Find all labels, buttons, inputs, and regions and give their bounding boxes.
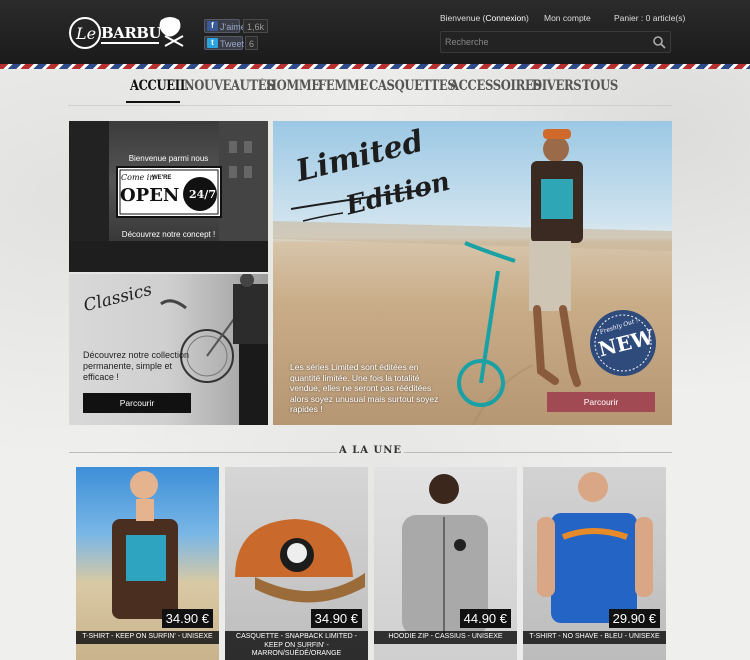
twitter-tweet-button[interactable]: t Tweet — [204, 36, 245, 50]
product-card[interactable]: 34.90 € T-SHIRT - KEEP ON SURFIN' - UNIS… — [76, 467, 219, 660]
featured-title: A LA UNE — [339, 445, 402, 456]
search-icon[interactable] — [652, 35, 666, 49]
section-divider-right — [404, 452, 672, 453]
concept-welcome: Bienvenue parmi nous — [128, 154, 209, 163]
sign-open: OPEN — [120, 185, 180, 206]
site-header: Le BARBU f J'aime 1,6k t Tweet 6 Bienven… — [0, 0, 750, 66]
facebook-like-count: 1,6k — [243, 19, 269, 33]
facebook-like-button[interactable]: f J'aime — [204, 19, 246, 33]
product-name: CASQUETTE - SNAPBACK LIMITED - KEEP ON S… — [225, 631, 368, 660]
sign-hours: 24/7 — [189, 188, 216, 201]
facebook-icon: f — [207, 21, 218, 31]
product-name: T-SHIRT - KEEP ON SURFIN' - UNISEXE — [76, 631, 219, 644]
nav-item-homme[interactable]: HOMME — [266, 78, 320, 94]
product-name: HOODIE ZIP - CASSIUS - UNISEXE — [374, 631, 517, 644]
classics-browse-button[interactable]: Parcourir — [83, 393, 191, 413]
login-link[interactable]: Connexion — [485, 13, 526, 23]
nav-active-underline — [126, 101, 180, 103]
concept-banner[interactable]: Bienvenue parmi nous Come in WE'RE OPEN … — [69, 121, 268, 272]
classics-text: Découvrez notre collection permanente, s… — [83, 350, 190, 382]
le-barbu-logo[interactable]: Le BARBU — [68, 12, 190, 54]
account-link[interactable]: Mon compte — [544, 13, 591, 23]
sign-were: WE'RE — [152, 175, 172, 181]
search-input[interactable] — [445, 34, 645, 50]
classics-banner: Classics Découvrez notre collection perm… — [69, 274, 268, 425]
barber-stripe — [0, 64, 750, 69]
nav-item-divers[interactable]: DIVERS — [532, 78, 582, 94]
nav-item-nouveautes[interactable]: NOUVEAUTÉS — [184, 78, 275, 94]
nav-item-accessoires[interactable]: ACCESSOIRES — [450, 78, 542, 94]
cart-link[interactable]: Panier : 0 article(s) — [614, 13, 685, 23]
facebook-like-label: J'aime — [220, 22, 246, 32]
product-name: T-SHIRT - NO SHAVE - BLEU - UNISEXE — [523, 631, 666, 644]
twitter-icon: t — [207, 38, 218, 48]
product-price: 44.90 € — [459, 609, 511, 628]
product-price: 34.90 € — [310, 609, 362, 628]
svg-text:BARBU: BARBU — [101, 24, 161, 42]
welcome-text: Bienvenue (Connexion) — [440, 13, 529, 23]
nav-item-accueil[interactable]: ACCUEIL — [130, 78, 188, 94]
product-price: 29.90 € — [608, 609, 660, 628]
tweet-label: Tweet — [220, 39, 245, 49]
tweet-count: 6 — [245, 36, 259, 50]
nav-item-tous[interactable]: TOUS — [582, 78, 618, 94]
concept-cta[interactable]: Découvrez notre concept ! — [69, 230, 268, 239]
product-card[interactable]: 44.90 € HOODIE ZIP - CASSIUS - UNISEXE — [374, 467, 517, 660]
limited-edition-banner: Limited Edition Freshly Out ! NEW Les sé… — [273, 121, 672, 425]
sign-come-in: Come in — [121, 173, 155, 182]
product-price: 34.90 € — [161, 609, 213, 628]
nav-item-femme[interactable]: FEMME — [318, 78, 368, 94]
limited-browse-button[interactable]: Parcourir — [547, 392, 655, 412]
product-card[interactable]: 29.90 € T-SHIRT - NO SHAVE - BLEU - UNIS… — [523, 467, 666, 660]
svg-text:Le: Le — [75, 24, 96, 43]
nav-divider — [68, 105, 672, 106]
nav-item-casquettes[interactable]: CASQUETTES — [369, 78, 456, 94]
limited-text: Les séries Limited sont éditées en quant… — [290, 362, 439, 414]
search-box — [440, 31, 671, 53]
featured-section-header: A LA UNE — [69, 445, 672, 459]
product-card[interactable]: 34.90 € CASQUETTE - SNAPBACK LIMITED - K… — [225, 467, 368, 660]
